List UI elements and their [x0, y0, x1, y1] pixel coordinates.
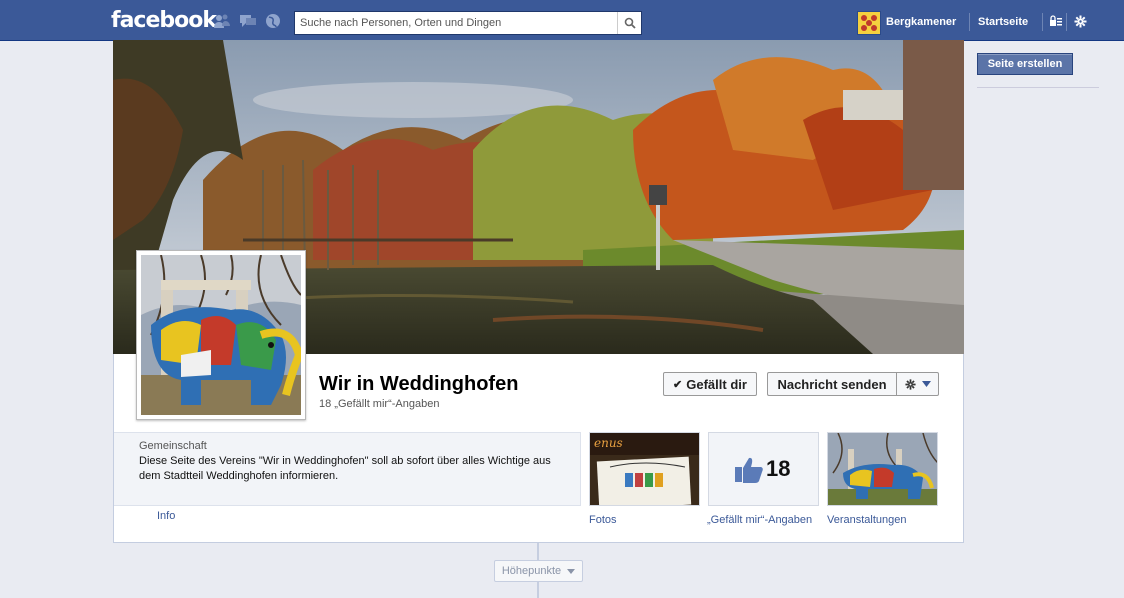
gear-icon	[904, 378, 916, 390]
search-box	[294, 11, 642, 35]
chevron-down-icon	[567, 568, 576, 574]
likes-tile[interactable]	[708, 432, 819, 506]
messages-icon[interactable]	[239, 13, 257, 29]
likes-count[interactable]: 18 „Gefällt mir“-Angaben	[319, 398, 439, 410]
photos-link[interactable]: Fotos	[589, 514, 617, 526]
info-link[interactable]: Info	[157, 510, 175, 522]
friends-icon[interactable]	[213, 13, 231, 29]
like-button[interactable]: ✔ Gefällt dir	[663, 372, 757, 396]
page-description: Diese Seite des Vereins "Wir in Weddingh…	[139, 455, 551, 482]
events-tile[interactable]	[827, 432, 938, 506]
highlights-dropdown[interactable]: Höhepunkte	[494, 560, 583, 582]
facebook-logo[interactable]: facebook	[111, 8, 217, 33]
likes-link[interactable]: „Gefällt mir“-Angaben	[707, 514, 812, 526]
chevron-down-icon	[921, 381, 931, 387]
search-icon	[624, 17, 636, 29]
events-link[interactable]: Veranstaltungen	[827, 514, 907, 526]
sidebar-divider	[977, 87, 1099, 88]
create-page-button[interactable]: Seite erstellen	[977, 53, 1073, 75]
page-category: Gemeinschaft	[139, 440, 207, 452]
send-message-button[interactable]: Nachricht senden	[767, 372, 897, 396]
like-button-label: Gefällt dir	[686, 376, 747, 392]
photos-tile[interactable]: enus	[589, 432, 700, 506]
profile-picture[interactable]	[136, 250, 306, 420]
page-settings-dropdown[interactable]	[896, 372, 939, 396]
highlights-label: Höhepunkte	[501, 565, 562, 577]
gear-icon[interactable]	[1074, 15, 1092, 31]
nav-divider	[969, 13, 970, 31]
user-avatar[interactable]	[857, 11, 881, 35]
top-navigation-bar: facebook Bergkamener Startseite	[0, 0, 1124, 41]
checkmark-icon: ✔	[673, 378, 683, 391]
globe-icon[interactable]	[264, 13, 282, 29]
thumbs-up-icon	[735, 457, 763, 483]
svg-text:enus: enus	[594, 436, 623, 450]
search-input[interactable]	[295, 12, 617, 34]
timeline-line	[537, 543, 539, 560]
privacy-icon[interactable]	[1049, 15, 1067, 31]
nav-divider	[1042, 13, 1043, 31]
likes-number: 18	[766, 456, 791, 481]
nav-divider	[1066, 13, 1067, 31]
home-link[interactable]: Startseite	[978, 16, 1028, 28]
timeline-line	[537, 582, 539, 598]
profile-link[interactable]: Bergkamener	[886, 16, 956, 28]
page-title: Wir in Weddinghofen	[319, 373, 519, 395]
search-button[interactable]	[617, 12, 641, 34]
